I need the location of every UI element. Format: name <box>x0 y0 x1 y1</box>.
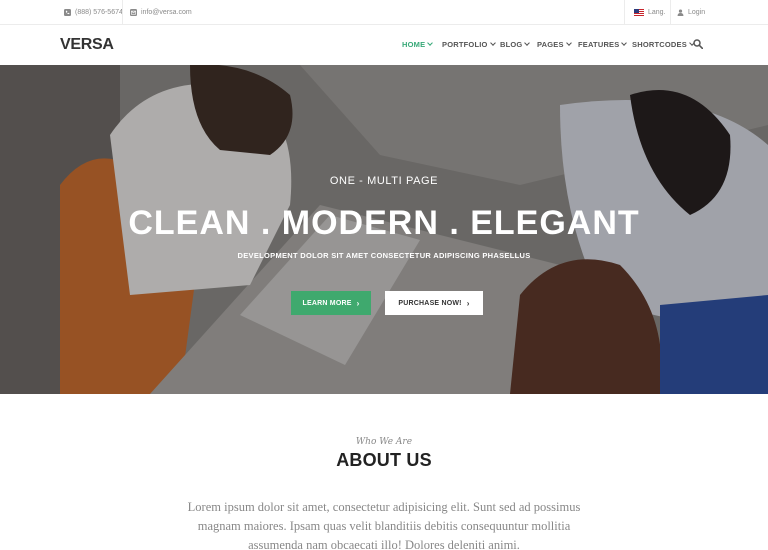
nav-label: PAGES <box>537 40 564 49</box>
mail-icon <box>130 9 137 16</box>
nav-label: FEATURES <box>578 40 620 49</box>
language-label: Lang. <box>648 9 666 16</box>
nav-item-shortcodes[interactable]: SHORTCODES <box>632 40 695 49</box>
learn-more-button[interactable]: LEARN MORE › <box>291 291 371 315</box>
chevron-down-icon <box>565 40 572 46</box>
email-address: info@versa.com <box>141 9 192 16</box>
email-contact[interactable]: info@versa.com <box>130 0 192 25</box>
divider <box>624 0 625 25</box>
divider <box>122 0 123 25</box>
nav-item-blog[interactable]: BLOG <box>500 40 531 49</box>
phone-icon <box>64 9 71 16</box>
us-flag-icon <box>634 9 644 16</box>
phone-number: (888) 576-5674 <box>75 9 123 16</box>
chevron-down-icon <box>524 40 531 46</box>
nav-item-pages[interactable]: PAGES <box>537 40 572 49</box>
chevron-down-icon <box>427 40 434 46</box>
nav-label: BLOG <box>500 40 523 49</box>
top-bar: (888) 576-5674 info@versa.com Lang. Logi… <box>0 0 768 25</box>
main-header: VERSA HOME PORTFOLIO BLOG PAGES FEATURES… <box>0 25 768 65</box>
chevron-right-icon: › <box>466 298 470 308</box>
nav-label: HOME <box>402 40 426 49</box>
about-paragraph: Lorem ipsum dolor sit amet, consectetur … <box>187 500 581 550</box>
divider <box>670 0 671 25</box>
nav-item-home[interactable]: HOME <box>402 40 434 49</box>
site-logo[interactable]: VERSA <box>60 36 114 54</box>
chevron-right-icon: › <box>356 298 360 308</box>
hero-title: CLEAN . MODERN . ELEGANT <box>128 204 640 242</box>
hero-subtitle: ONE - MULTI PAGE <box>329 175 439 187</box>
user-icon <box>677 9 684 16</box>
hero-description: DEVELOPMENT DOLOR SIT AMET CONSECTETUR A… <box>237 251 531 260</box>
purchase-now-label: PURCHASE NOW! <box>398 299 462 307</box>
about-kicker: Who We Are <box>355 437 413 447</box>
nav-item-features[interactable]: FEATURES <box>578 40 628 49</box>
nav-label: PORTFOLIO <box>442 40 488 49</box>
login-label: Login <box>688 9 706 16</box>
nav-item-portfolio[interactable]: PORTFOLIO <box>442 40 496 49</box>
search-icon[interactable] <box>693 39 703 49</box>
about-title: ABOUT US <box>336 450 432 470</box>
login-link[interactable]: Login <box>677 0 705 25</box>
phone-contact[interactable]: (888) 576-5674 <box>64 0 123 25</box>
chevron-down-icon <box>489 40 496 46</box>
hero-banner: ONE - MULTI PAGE CLEAN . MODERN . ELEGAN… <box>0 65 768 394</box>
nav-label: SHORTCODES <box>632 40 687 49</box>
chevron-down-icon <box>621 40 628 46</box>
language-selector[interactable]: Lang. <box>634 0 666 25</box>
purchase-now-button[interactable]: PURCHASE NOW! › <box>385 291 483 315</box>
learn-more-label: LEARN MORE <box>302 299 352 307</box>
